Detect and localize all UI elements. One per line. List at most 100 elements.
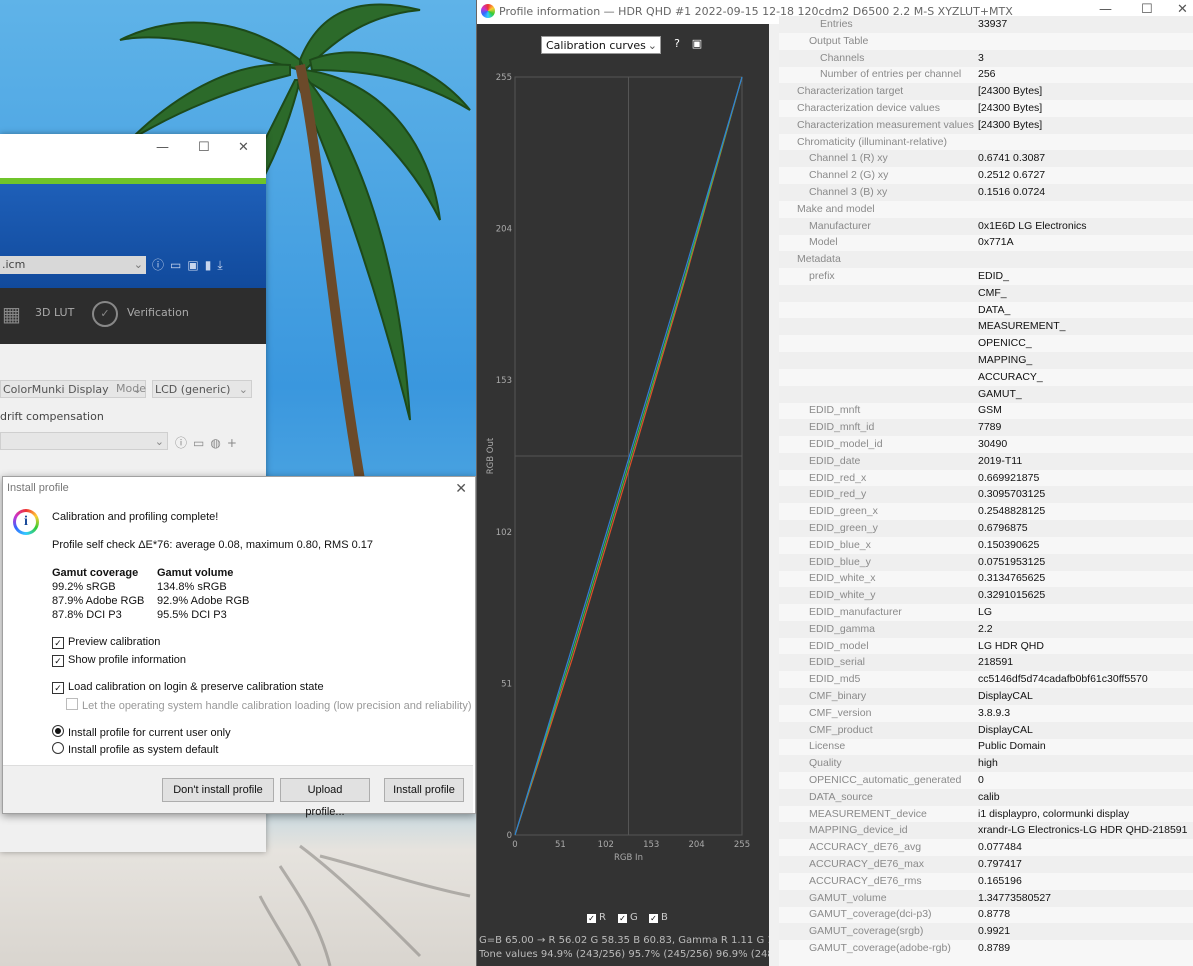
install-current-user-radio[interactable]: Install profile for current user only [52,725,231,739]
tree-row[interactable]: EDID_mnft_id 7789 [779,419,1193,437]
tree-row[interactable]: EDID_green_x 0.2548828125 [779,503,1193,520]
tree-row[interactable]: Channel 2 (G) xy 0.2512 0.6727 [779,167,1193,184]
save-image-icon[interactable]: ▣ [690,37,704,51]
tree-row[interactable]: ACCURACY_dE76_rms 0.165196 [779,873,1193,890]
tree-row[interactable]: CMF_product DisplayCAL [779,721,1193,739]
minimize-icon[interactable]: — [156,140,169,155]
tree-row[interactable]: EDID_red_y 0.3095703125 [779,486,1193,504]
settings-select[interactable]: ⌄ [0,432,168,450]
chart-type-select[interactable]: Calibration curves ⌄ [541,36,661,54]
legend-item-b[interactable]: ✓ B [649,912,668,923]
tree-row[interactable]: Model 0x771A [779,234,1193,251]
tree-row[interactable]: EDID_mnft GSM [779,402,1193,419]
tree-row[interactable]: Make and model [779,201,1193,218]
tree-row[interactable]: OPENICC_automatic_generated 0 [779,772,1193,789]
tree-row[interactable]: Chromaticity (illuminant-relative) [779,134,1193,151]
tree-row[interactable]: EDID_serial 218591 [779,654,1193,672]
show-profile-info-label: Show profile information [68,654,187,666]
dialog-footer: Don't install profile Upload profile... … [3,765,473,818]
tree-row[interactable]: EDID_model LG HDR QHD [779,638,1193,655]
profile-info-tree: Entries 33937 Output Table Channels 3 Number … [779,16,1193,966]
tree-row[interactable]: Entries 33937 [779,16,1193,33]
tree-row[interactable]: Quality high [779,755,1193,773]
close-icon[interactable]: ✕ [238,140,249,155]
tree-row[interactable]: Channel 1 (R) xy 0.6741 0.3087 [779,150,1193,168]
tree-row[interactable]: CMF_version 3.8.9.3 [779,705,1193,722]
tree-row[interactable]: OPENICC_ [779,335,1193,352]
tree-row[interactable]: EDID_manufacturer LG [779,604,1193,621]
os-handle-calibration-checkbox[interactable]: Let the operating system handle calibrat… [66,698,472,712]
upload-profile-button[interactable]: Upload profile... [280,778,370,818]
tree-row[interactable]: EDID_white_x 0.3134765625 [779,570,1193,587]
legend-item-g[interactable]: ✓ G [618,912,638,923]
tree-row[interactable]: ACCURACY_dE76_avg 0.077484 [779,839,1193,856]
tab-verification[interactable]: Verification [127,306,189,319]
tree-row[interactable]: Manufacturer 0x1E6D LG Electronics [779,217,1193,235]
tree-row[interactable]: GAMUT_coverage(srgb) 0.9921 [779,923,1193,941]
tree-row[interactable]: GAMUT_coverage(dci-p3) 0.8778 [779,906,1193,923]
tree-row[interactable]: EDID_date 2019-T11 [779,452,1193,470]
trash-icon[interactable]: ▮ [205,258,218,272]
tree-row[interactable]: EDID_white_y 0.3291015625 [779,587,1193,605]
tree-row[interactable]: Characterization target [24300 Bytes] [779,83,1193,101]
profile-toolbar: ⓘ▭▣▮⤓ [152,256,229,273]
tree-row[interactable]: EDID_blue_x 0.150390625 [779,537,1193,554]
install-profile-button[interactable]: Install profile [384,778,464,802]
tree-key: Quality [809,757,842,770]
tree-key: Characterization target [797,85,904,98]
tree-row[interactable]: CMF_ [779,284,1193,302]
tree-row[interactable]: Channels 3 [779,49,1193,67]
archive-icon[interactable]: ▣ [187,258,204,272]
show-profile-info-checkbox[interactable]: ✓ Show profile information [52,654,186,667]
help-icon[interactable]: ? [670,37,684,51]
install-system-default-radio[interactable]: Install profile as system default [52,742,218,756]
tree-row[interactable]: Characterization device values [24300 Byt… [779,100,1193,117]
maximize-icon[interactable]: ☐ [198,140,210,155]
profile-select[interactable]: .icm ⌄ [0,256,146,274]
tree-row[interactable]: Output Table [779,33,1193,50]
tree-row[interactable]: Metadata [779,251,1193,269]
close-icon[interactable]: ✕ [1177,2,1188,17]
tree-row[interactable]: GAMUT_coverage(adobe-rgb) 0.8789 [779,940,1193,957]
folder-icon[interactable]: ▭ [193,436,210,450]
tree-row[interactable]: EDID_green_y 0.6796875 [779,520,1193,537]
tree-row[interactable]: GAMUT_volume 1.34773580527 [779,889,1193,907]
tree-row[interactable]: Characterization measurement values [2430… [779,116,1193,134]
tree-row[interactable]: ACCURACY_dE76_max 0.797417 [779,856,1193,873]
folder-icon[interactable]: ▭ [170,258,187,272]
pane-splitter[interactable] [769,24,779,966]
close-icon[interactable]: ✕ [455,477,467,499]
mode-select[interactable]: LCD (generic) ⌄ [152,380,252,398]
preview-calibration-checkbox[interactable]: ✓ Preview calibration [52,636,160,649]
globe-icon[interactable]: ◍ [210,436,226,450]
tree-row[interactable]: EDID_blue_y 0.0751953125 [779,553,1193,571]
tree-row[interactable]: License Public Domain [779,738,1193,755]
tree-row[interactable]: Number of entries per channel 256 [779,66,1193,83]
add-icon[interactable]: + [227,436,243,450]
tree-row[interactable]: CMF_binary DisplayCAL [779,688,1193,705]
tree-row[interactable]: DATA_source calib [779,788,1193,806]
tree-row[interactable]: EDID_gamma 2.2 [779,620,1193,638]
tree-row[interactable]: EDID_model_id 30490 [779,436,1193,453]
tree-row[interactable]: Channel 3 (B) xy 0.1516 0.0724 [779,184,1193,201]
tree-row[interactable]: DATA_ [779,302,1193,319]
minimize-icon[interactable]: — [1099,2,1112,17]
tree-row[interactable]: MAPPING_ [779,352,1193,369]
tree-row[interactable]: MEASUREMENT_ [779,318,1193,336]
tree-row[interactable]: ACCURACY_ [779,369,1193,386]
download-icon[interactable]: ⤓ [217,258,228,272]
info-icon[interactable]: ⓘ [175,436,193,450]
tree-row[interactable]: MEASUREMENT_device i1 displaypro, colormu… [779,806,1193,823]
info-icon[interactable]: ⓘ [152,258,170,272]
dont-install-button[interactable]: Don't install profile [162,778,274,802]
tree-row[interactable]: EDID_md5 cc5146df5d74cadafb0bf61c30ff5570 [779,671,1193,688]
x-tick-label: 204 [688,840,704,850]
load-calibration-checkbox[interactable]: ✓ Load calibration on login & preserve ca… [52,681,324,694]
tree-row[interactable]: MAPPING_device_id xrandr-LG Electronics-L… [779,822,1193,840]
tree-row[interactable]: GAMUT_ [779,385,1193,403]
legend-item-r[interactable]: ✓ R [587,912,606,923]
tab-3d-lut[interactable]: 3D LUT [35,306,74,319]
maximize-icon[interactable]: ☐ [1141,2,1153,17]
tree-row[interactable]: prefix EDID_ [779,268,1193,285]
tree-row[interactable]: EDID_red_x 0.669921875 [779,470,1193,487]
